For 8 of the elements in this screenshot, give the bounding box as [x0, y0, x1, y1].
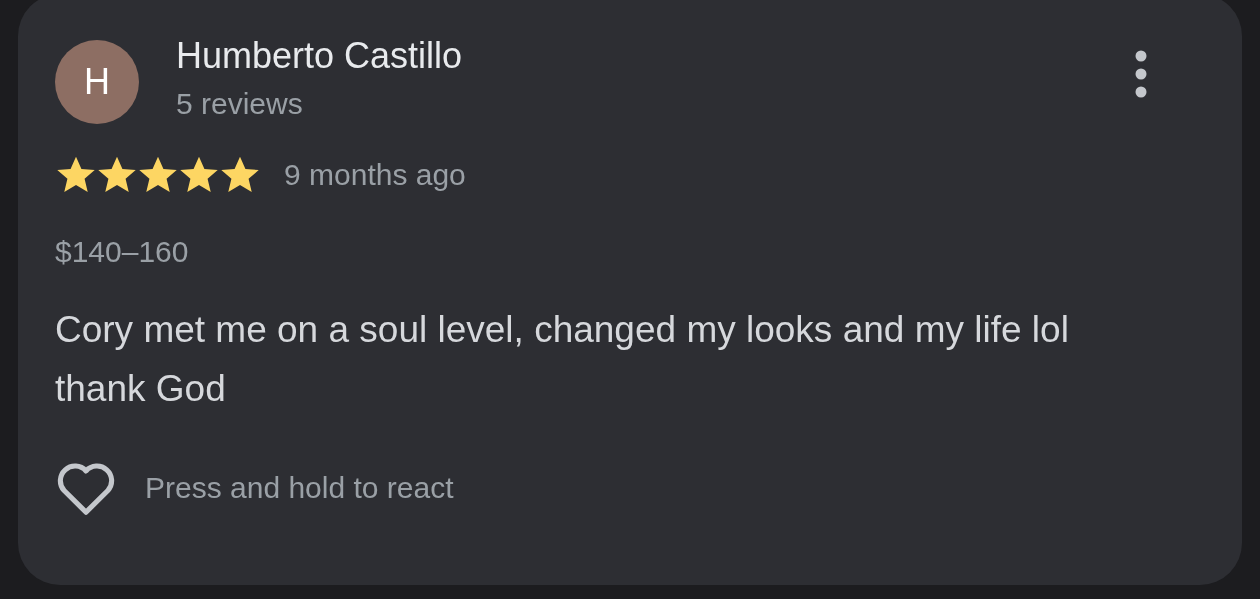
author-name[interactable]: Humberto Castillo: [176, 34, 1135, 78]
review-text: Cory met me on a soul level, changed my looks and my life lol thank God: [55, 308, 1070, 411]
react-hint: Press and hold to react: [145, 471, 454, 505]
review-time: 9 months ago: [284, 158, 466, 192]
review-count: 5 reviews: [176, 86, 304, 122]
price-range: $140–160: [55, 234, 190, 270]
more-options-icon[interactable]: [1135, 50, 1147, 98]
avatar[interactable]: H: [55, 40, 139, 124]
